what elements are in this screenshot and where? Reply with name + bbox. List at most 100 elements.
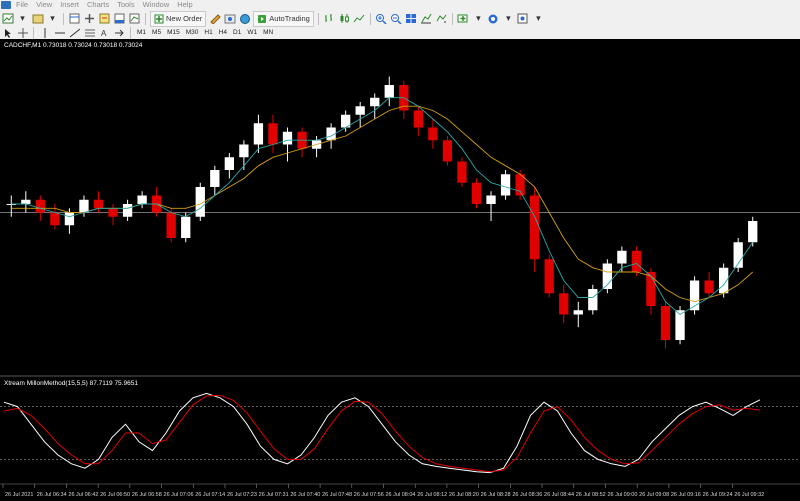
timeframe-mn[interactable]: MN	[263, 28, 273, 38]
time-tick-label: 26 Jul 06:50	[100, 492, 130, 498]
separator	[317, 12, 319, 25]
timeframe-h4[interactable]: H4	[219, 28, 227, 38]
chart-window[interactable]: 26 Jul 2021 26 Jul 06:34 26 Jul 06:42 26 Ju…	[0, 39, 800, 501]
time-tick-label: 26 Jul 07:06	[164, 492, 194, 498]
indicators-icon[interactable]	[457, 12, 470, 26]
market-icon[interactable]	[238, 12, 251, 26]
candle-body	[224, 157, 234, 170]
candle-body	[268, 123, 278, 145]
candle-body	[704, 280, 714, 294]
time-tick-label: 26 Jul 09:16	[671, 492, 701, 498]
menu-tools[interactable]: Tools	[117, 0, 135, 10]
cursor-icon[interactable]	[1, 26, 14, 40]
timeframe-w1[interactable]: W1	[247, 28, 257, 38]
line-chart-icon[interactable]	[353, 12, 366, 26]
templates-icon[interactable]	[517, 12, 530, 26]
menu-insert[interactable]: Insert	[60, 0, 79, 10]
candle-body	[588, 289, 598, 311]
candle-body	[428, 127, 438, 141]
new-chart-icon[interactable]	[1, 12, 14, 26]
separator	[369, 12, 371, 25]
chart-shift-icon[interactable]	[420, 12, 433, 26]
time-tick-label: 26 Jul 07:23	[227, 492, 257, 498]
profiles-icon[interactable]	[31, 12, 44, 26]
data-window-icon[interactable]	[83, 12, 96, 26]
app-logo-icon	[1, 1, 11, 9]
menu-view[interactable]: View	[36, 0, 52, 10]
navigator-icon[interactable]	[98, 12, 111, 26]
dropdown-arrow-icon[interactable]: ▾	[46, 12, 59, 26]
time-tick-label: 26 Jul 09:24	[703, 492, 733, 498]
crosshair-icon[interactable]	[16, 26, 29, 40]
time-axis: 26 Jul 2021 26 Jul 06:34 26 Jul 06:42 26 Ju…	[0, 483, 800, 498]
fibonacci-icon[interactable]	[83, 26, 96, 40]
chart-canvas[interactable]: 26 Jul 2021 26 Jul 06:34 26 Jul 06:42 26 Ju…	[0, 39, 800, 501]
ma-fast-line	[11, 97, 754, 316]
time-tick-label: 26 Jul 06:58	[132, 492, 162, 498]
timeframe-h1[interactable]: H1	[204, 28, 212, 38]
menu-help[interactable]: Help	[177, 0, 192, 10]
periods-icon[interactable]	[487, 12, 500, 26]
menu-bar: File View Insert Charts Tools Window Hel…	[0, 0, 800, 10]
separator	[451, 12, 453, 25]
candle-body	[530, 195, 540, 260]
market-watch-icon[interactable]	[68, 12, 81, 26]
candle-body	[573, 310, 583, 315]
bar-chart-icon[interactable]	[323, 12, 336, 26]
auto-trading-label: AutoTrading	[269, 14, 310, 23]
menu-file[interactable]: File	[16, 0, 28, 10]
candle-body	[122, 204, 133, 217]
dropdown-arrow-icon[interactable]: ▾	[16, 12, 29, 26]
timeframe-m5[interactable]: M5	[152, 28, 161, 38]
time-tick-label: 26 Jul 07:40	[290, 492, 320, 498]
separator	[33, 27, 34, 39]
vertical-line-icon[interactable]	[38, 26, 51, 40]
text-label-icon[interactable]: A	[98, 26, 111, 40]
new-order-label: New Order	[166, 14, 203, 23]
time-tick-label: 26 Jul 08:28	[481, 492, 511, 498]
menu-window[interactable]: Window	[143, 0, 170, 10]
time-tick-label: 26 Jul 08:20	[449, 492, 479, 498]
menu-charts[interactable]: Charts	[87, 0, 109, 10]
time-tick-label: 26 Jul 09:32	[734, 492, 764, 498]
ma-slow-line	[11, 105, 753, 303]
time-tick-label: 26 Jul 08:12	[417, 492, 447, 498]
strategy-tester-icon[interactable]	[128, 12, 141, 26]
dropdown-arrow-icon[interactable]: ▾	[532, 12, 545, 26]
terminal-icon[interactable]	[113, 12, 126, 26]
candle-body	[486, 195, 496, 204]
candle-body	[355, 106, 365, 115]
horizontal-line-icon[interactable]	[53, 26, 66, 40]
candle-body	[559, 293, 569, 315]
auto-trading-icon	[258, 14, 267, 23]
new-order-button[interactable]: New Order	[150, 10, 207, 27]
candle-body	[239, 144, 249, 158]
time-tick-label: 26 Jul 07:14	[195, 492, 225, 498]
time-tick-label: 26 Jul 07:48	[322, 492, 352, 498]
auto-trading-button[interactable]: AutoTrading	[253, 10, 314, 27]
metaeditor-icon[interactable]	[208, 12, 221, 26]
trendline-icon[interactable]	[68, 26, 81, 40]
tile-windows-icon[interactable]	[405, 12, 418, 26]
zoom-out-icon[interactable]	[390, 12, 403, 26]
symbol-info-label: CADCHF,M1 0.73018 0.73024 0.73018 0.7302…	[4, 42, 143, 49]
zoom-in-icon[interactable]	[375, 12, 388, 26]
time-tick-label: 26 Jul 06:42	[68, 492, 98, 498]
candle-body	[108, 208, 118, 217]
timeframe-m30[interactable]: M30	[186, 28, 199, 38]
arrows-icon[interactable]	[113, 26, 126, 40]
auto-scroll-icon[interactable]	[435, 12, 448, 26]
standard-toolbar: ▾ ▾ New Order AutoTrading ▾ ▾ ▾	[0, 10, 800, 27]
candlesticks-icon[interactable]	[338, 12, 351, 26]
signals-icon[interactable]	[223, 12, 236, 26]
timeframe-m1[interactable]: M1	[137, 28, 146, 38]
candle-body	[617, 250, 627, 264]
dropdown-arrow-icon[interactable]: ▾	[502, 12, 515, 26]
dropdown-arrow-icon[interactable]: ▾	[472, 12, 485, 26]
oscillator-main-line	[3, 392, 761, 474]
timeframe-m15[interactable]: M15	[167, 28, 180, 38]
timeframe-d1[interactable]: D1	[233, 28, 241, 38]
candle-body	[544, 259, 554, 294]
candle-body	[79, 199, 89, 213]
separator	[63, 12, 64, 25]
